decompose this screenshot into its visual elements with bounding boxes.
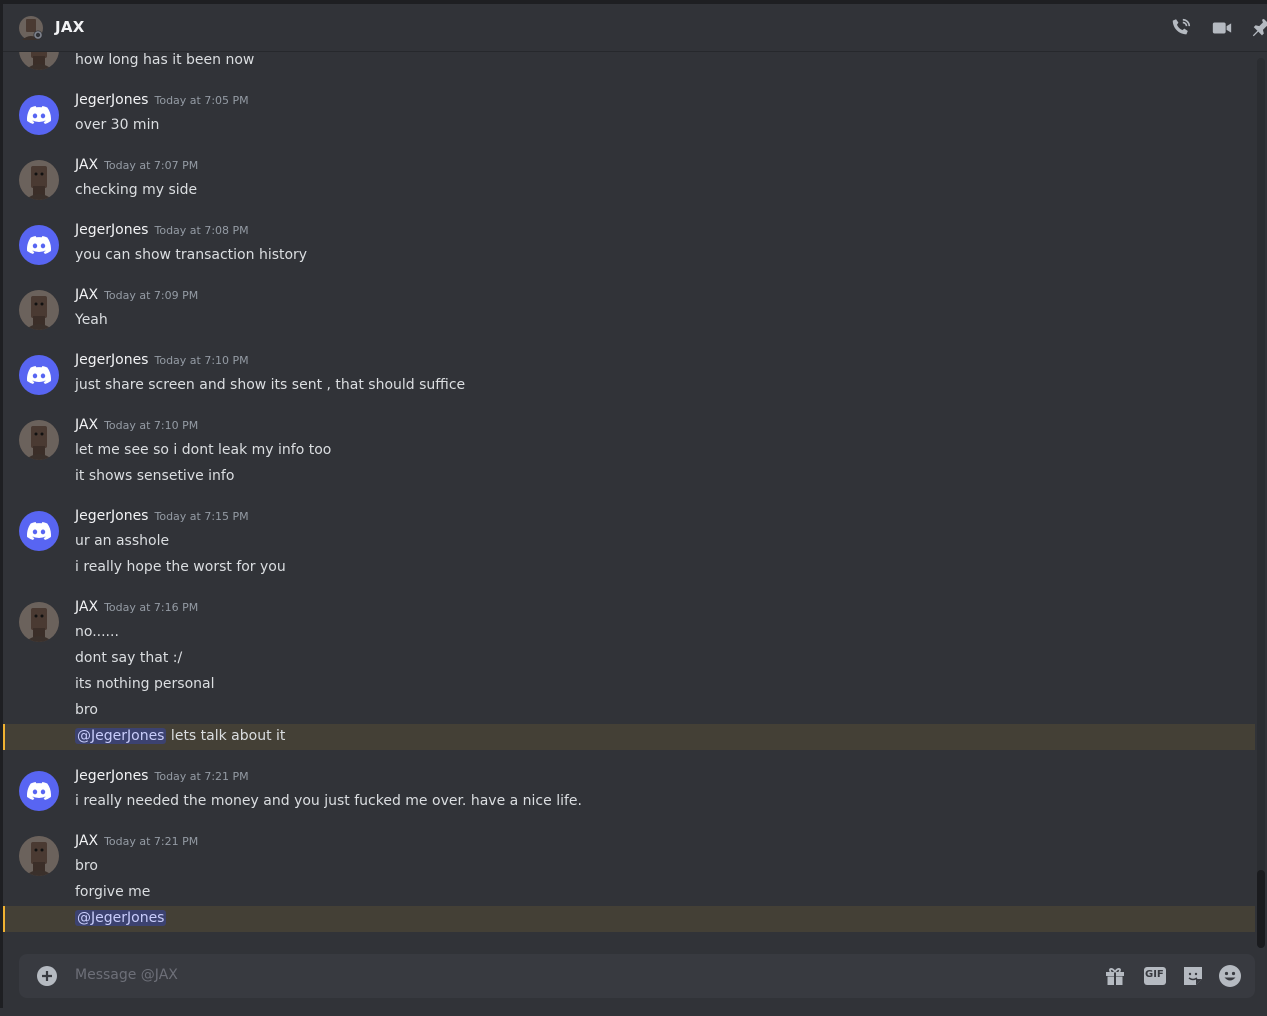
- timestamp: Today at 7:10 PM: [104, 419, 199, 432]
- message-text: checking my side: [75, 182, 198, 198]
- emoji-button[interactable]: [1218, 964, 1242, 988]
- add-attachment-button[interactable]: [35, 964, 59, 988]
- avatar[interactable]: [19, 771, 59, 811]
- message-text: how long has it been now: [75, 52, 255, 68]
- timestamp: Today at 7:16 PM: [104, 601, 199, 614]
- scrollbar-thumb[interactable]: [1257, 870, 1265, 948]
- jax-avatar-icon: [19, 602, 59, 642]
- username[interactable]: JegerJones: [75, 222, 148, 238]
- message-text: just share screen and show its sent , th…: [75, 377, 466, 393]
- message-text: forgive me: [75, 884, 151, 900]
- avatar[interactable]: [19, 511, 59, 551]
- mention-message-text: lets talk about it: [166, 728, 286, 744]
- phone-call-icon[interactable]: [1170, 17, 1192, 39]
- gif-button[interactable]: GIF: [1143, 964, 1167, 988]
- channel-header: JAX: [3, 4, 1267, 52]
- message-composer[interactable]: Message @JAX GIF: [19, 954, 1255, 998]
- emoji-icon: [1219, 965, 1241, 987]
- message-text: i really hope the worst for you: [75, 559, 286, 575]
- mention-highlight: [3, 906, 1255, 932]
- avatar[interactable]: [19, 95, 59, 135]
- gif-label: GIF: [1145, 969, 1164, 980]
- timestamp: Today at 7:08 PM: [154, 224, 249, 237]
- avatar[interactable]: [19, 602, 59, 642]
- avatar[interactable]: [19, 290, 59, 330]
- timestamp: Today at 7:21 PM: [154, 770, 249, 783]
- pin-icon[interactable]: [1251, 17, 1267, 39]
- gift-button[interactable]: [1103, 964, 1127, 988]
- avatar[interactable]: [19, 420, 59, 460]
- discord-logo-icon: [27, 366, 51, 384]
- message-text: bro: [75, 858, 98, 874]
- discord-logo-icon: [27, 782, 51, 800]
- message-text: bro: [75, 702, 98, 718]
- sticker-icon: [1184, 967, 1202, 985]
- discord-logo-icon: [27, 522, 51, 540]
- sticker-button[interactable]: [1181, 964, 1205, 988]
- username[interactable]: JegerJones: [75, 508, 148, 524]
- username[interactable]: JAX: [75, 287, 98, 303]
- timestamp: Today at 7:15 PM: [154, 510, 249, 523]
- timestamp: Today at 7:07 PM: [104, 159, 199, 172]
- jax-avatar-icon: [19, 16, 43, 40]
- video-call-icon[interactable]: [1211, 17, 1233, 39]
- message-list[interactable]: how long has it been now JegerJones Today…: [3, 0, 1255, 948]
- username[interactable]: JAX: [75, 417, 98, 433]
- bottom-padding: [0, 1008, 1267, 1016]
- message-text: ur an asshole: [75, 533, 170, 549]
- message-text: you can show transaction history: [75, 247, 308, 263]
- timestamp: Today at 7:10 PM: [154, 354, 249, 367]
- message-input[interactable]: Message @JAX: [75, 967, 178, 983]
- avatar[interactable]: [19, 160, 59, 200]
- message-text: i really needed the money and you just f…: [75, 793, 582, 809]
- username[interactable]: JAX: [75, 599, 98, 615]
- scrollbar-track[interactable]: [1257, 58, 1265, 948]
- username[interactable]: JegerJones: [75, 768, 148, 784]
- username[interactable]: JAX: [75, 833, 98, 849]
- plus-circle-icon: [37, 966, 57, 986]
- message-text: let me see so i dont leak my info too: [75, 442, 332, 458]
- avatar[interactable]: [19, 836, 59, 876]
- jax-avatar-icon: [19, 420, 59, 460]
- jax-avatar-icon: [19, 290, 59, 330]
- jax-avatar-icon: [19, 836, 59, 876]
- channel-title: JAX: [55, 18, 85, 36]
- message-text: Yeah: [75, 312, 108, 328]
- avatar[interactable]: [19, 225, 59, 265]
- timestamp: Today at 7:09 PM: [104, 289, 199, 302]
- message-text: @JegerJones: [75, 910, 167, 926]
- username[interactable]: JegerJones: [75, 352, 148, 368]
- jax-avatar-icon: [19, 160, 59, 200]
- message-text: no......: [75, 624, 119, 640]
- timestamp: Today at 7:21 PM: [104, 835, 199, 848]
- message-text: over 30 min: [75, 117, 160, 133]
- header-avatar[interactable]: [19, 16, 43, 40]
- username[interactable]: JAX: [75, 157, 98, 173]
- avatar[interactable]: [19, 355, 59, 395]
- user-mention[interactable]: @JegerJones: [75, 728, 167, 744]
- message-text: it shows sensetive info: [75, 468, 235, 484]
- gift-icon: [1106, 968, 1124, 985]
- username[interactable]: JegerJones: [75, 92, 148, 108]
- message-text: its nothing personal: [75, 676, 215, 692]
- message-text: dont say that :/: [75, 650, 183, 666]
- user-mention[interactable]: @JegerJones: [75, 910, 167, 926]
- discord-logo-icon: [27, 106, 51, 124]
- timestamp: Today at 7:05 PM: [154, 94, 249, 107]
- discord-logo-icon: [27, 236, 51, 254]
- message-text: @JegerJones lets talk about it: [75, 728, 285, 744]
